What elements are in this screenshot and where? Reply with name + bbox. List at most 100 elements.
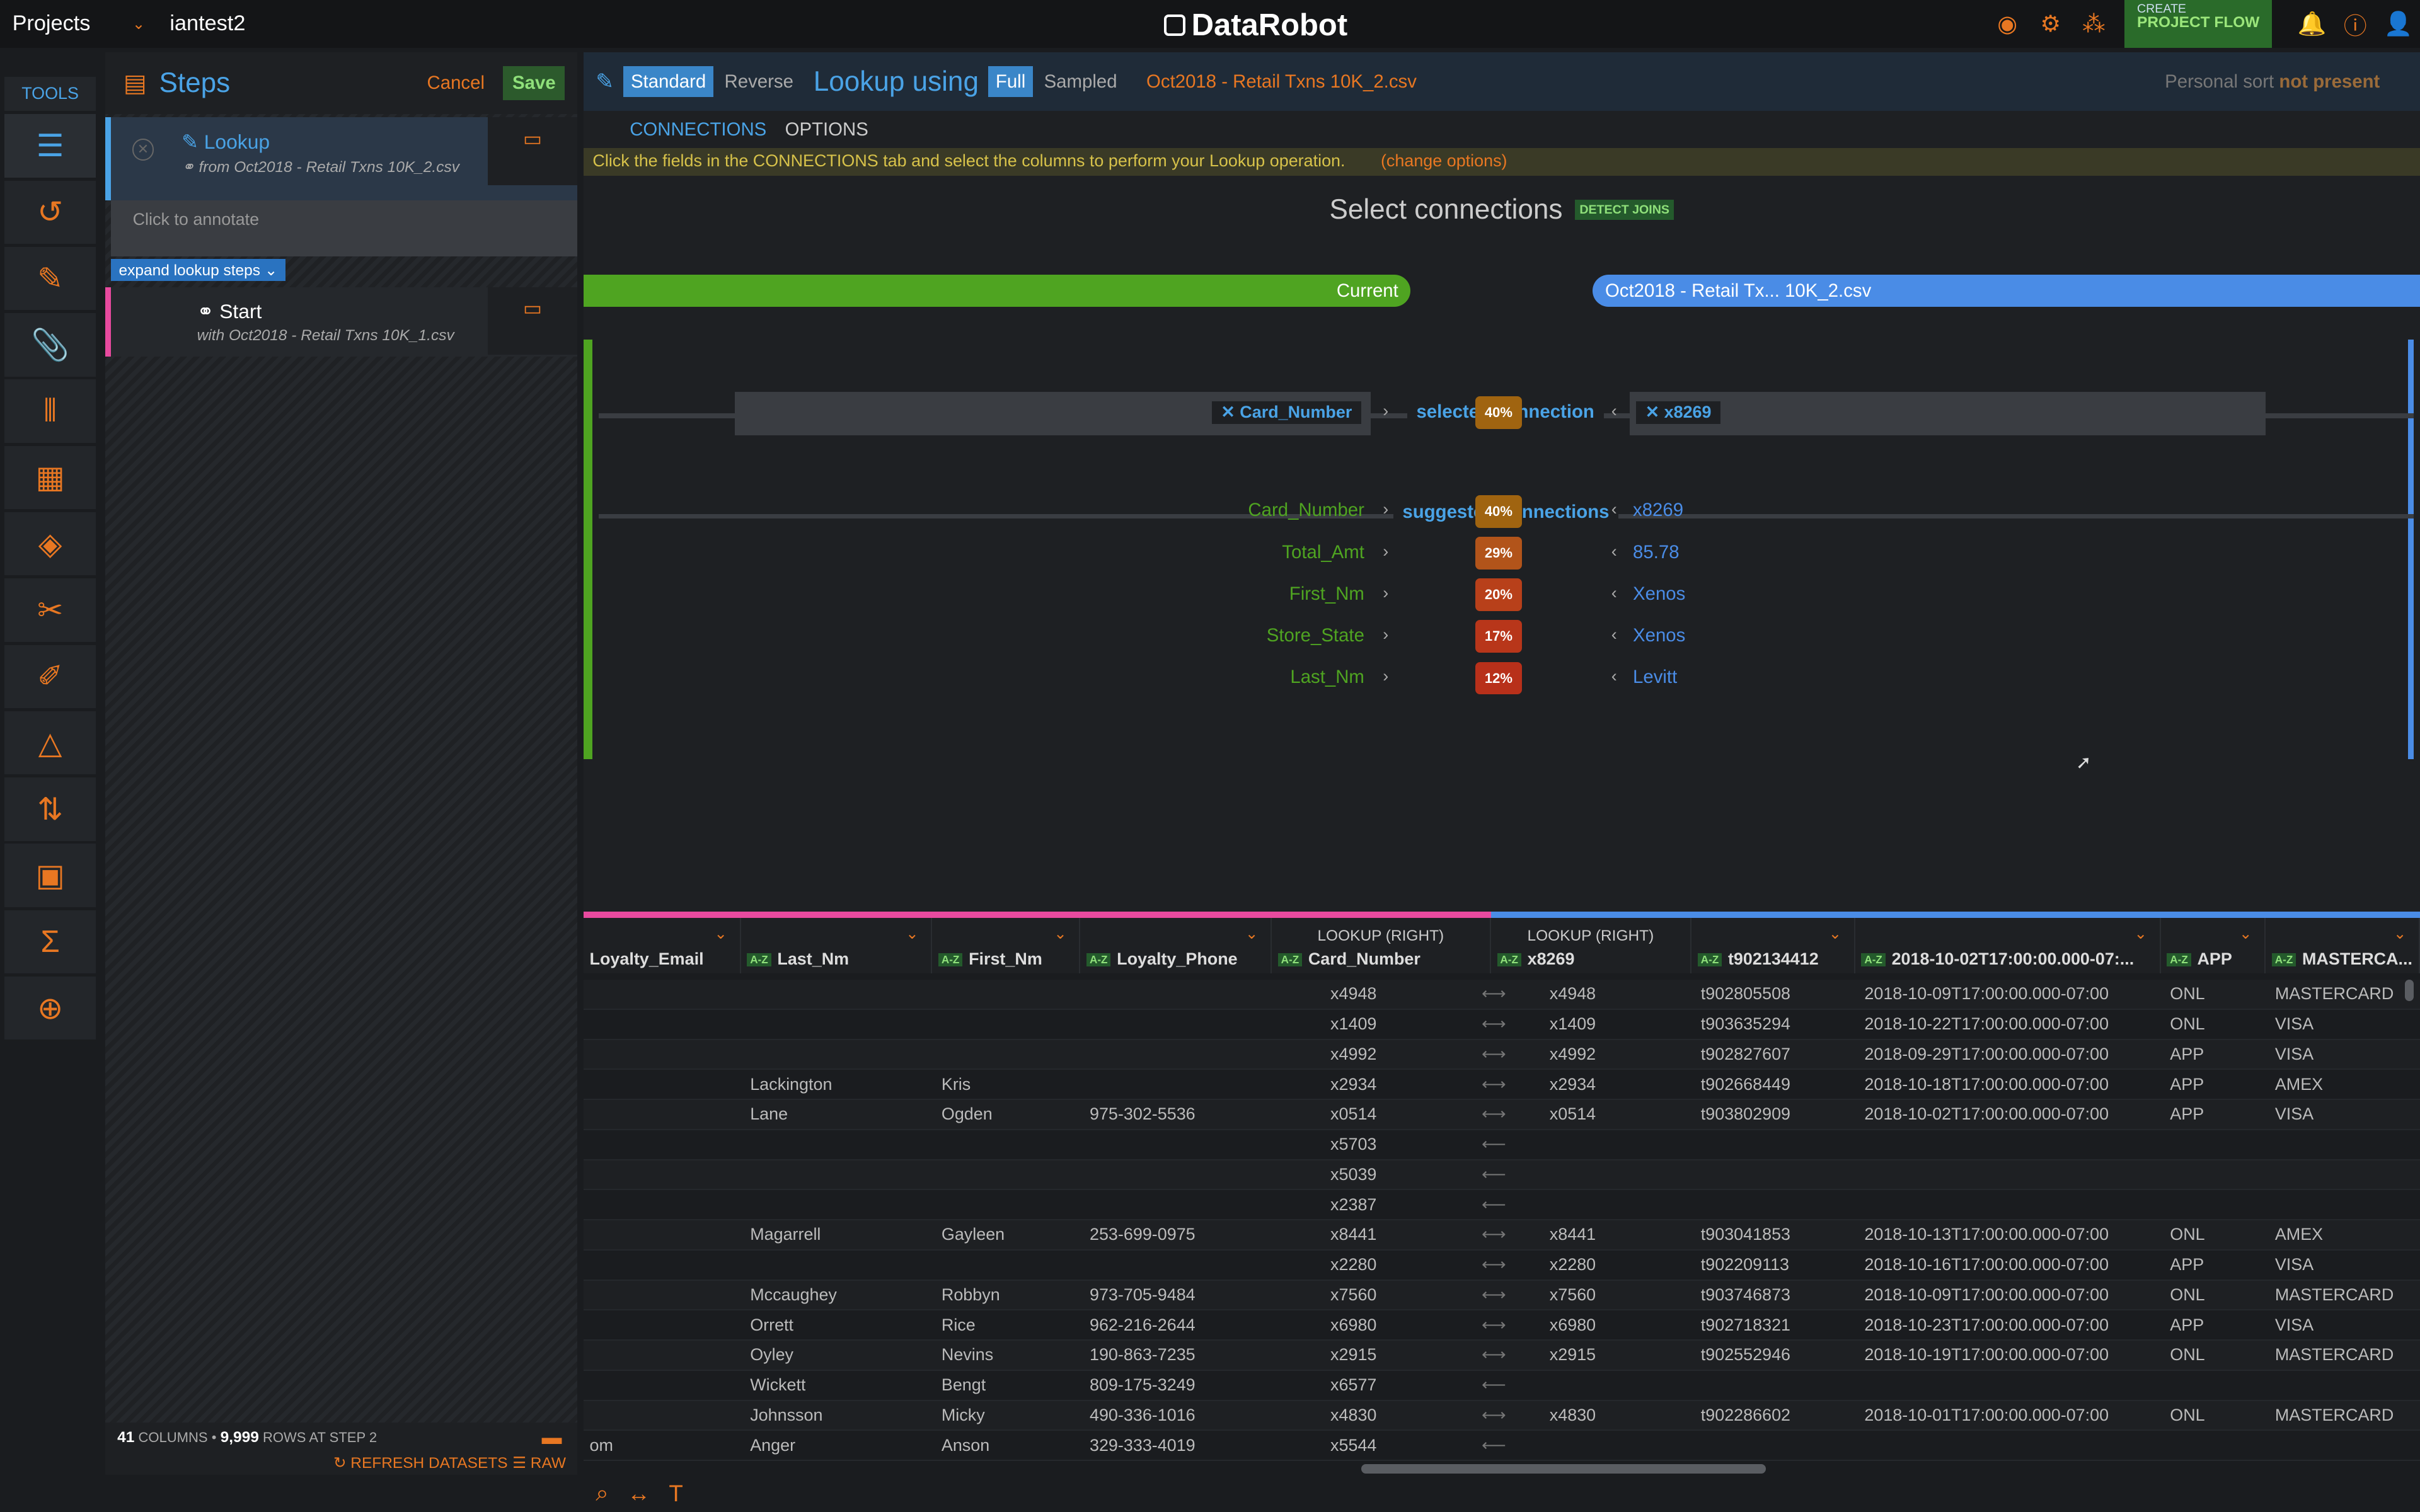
- paperclip-icon[interactable]: 📎: [4, 313, 96, 377]
- table-row[interactable]: x4992 x4992 t902827607 2018-09-29T17:00:00.…: [583, 1040, 2420, 1070]
- step-lookup[interactable]: ✕ ✎ Lookup ⚭ from Oct2018 - Retail Txns …: [105, 117, 577, 201]
- suggested-connection-row[interactable]: Card_Number › 40% ‹ x8269: [584, 492, 2414, 532]
- change-options-link[interactable]: (change options): [1381, 151, 1507, 170]
- chevron-down-icon[interactable]: ⌄: [2239, 924, 2252, 943]
- projects-dropdown[interactable]: Projects ⌄: [0, 11, 154, 36]
- chevron-down-icon[interactable]: ⌄: [1829, 924, 1842, 943]
- step-start[interactable]: ⚭ Start with Oct2018 - Retail Txns 10K_1…: [105, 287, 577, 357]
- edit-icon[interactable]: ✐: [4, 644, 96, 708]
- suggested-right-field[interactable]: Xenos: [1633, 625, 1685, 646]
- suggested-right-field[interactable]: 85.78: [1633, 542, 1680, 563]
- table-row[interactable]: x2280 x2280 t902209113 2018-10-16T17:00:00.…: [583, 1251, 2420, 1281]
- raw-button[interactable]: ☰ RAW: [512, 1453, 566, 1472]
- column-header[interactable]: ⌄ A-Z MASTERCA...: [2266, 918, 2420, 974]
- column-header[interactable]: LOOKUP (RIGHT) A-Z Card_Number: [1272, 918, 1491, 974]
- table-row[interactable]: om Anger Anson 329-333-4019 x5544 ⟵: [583, 1431, 2420, 1462]
- sort-icon[interactable]: ⇅: [4, 777, 96, 841]
- scissors-icon[interactable]: ✂: [4, 578, 96, 642]
- column-header[interactable]: ⌄ A-Z 2018-10-02T17:00:00.000-07:...: [1855, 918, 2161, 974]
- network-icon[interactable]: ⁂: [2077, 7, 2111, 41]
- selected-left-chip[interactable]: ✕ Card_Number: [1211, 401, 1362, 424]
- bell-icon[interactable]: 🔔: [2295, 7, 2329, 41]
- column-header[interactable]: ⌄ A-Z t902134412: [1691, 918, 1855, 974]
- tab-options[interactable]: OPTIONS: [785, 119, 868, 140]
- sql-icon[interactable]: Σ: [4, 910, 96, 974]
- suggested-left-field[interactable]: Card_Number: [1248, 500, 1364, 521]
- chevron-down-icon[interactable]: ⌄: [1054, 924, 1067, 943]
- resize-icon[interactable]: ↔: [627, 1480, 650, 1507]
- column-header[interactable]: ⌄ Loyalty_Email: [584, 918, 741, 974]
- table-row[interactable]: Lane Ogden 975-302-5536 x0514 x0514 t90380290…: [583, 1100, 2420, 1130]
- tab-connections[interactable]: CONNECTIONS: [630, 119, 766, 140]
- full-button[interactable]: Full: [988, 66, 1034, 98]
- selected-right-chip[interactable]: ✕ x8269: [1635, 401, 1721, 424]
- sampled-button[interactable]: Sampled: [1036, 66, 1124, 97]
- table-row[interactable]: x2387 ⟵: [583, 1190, 2420, 1221]
- table-row[interactable]: Magarrell Gayleen 253-699-0975 x8441 x8441 t9…: [583, 1220, 2420, 1251]
- datarobot-logo[interactable]: DataRobot: [1163, 8, 1347, 43]
- column-header[interactable]: ⌄ A-Z First_Nm: [932, 918, 1081, 974]
- project-name[interactable]: iantest2: [170, 11, 245, 36]
- left-connection-input[interactable]: ✕ Card_Number: [734, 392, 1371, 435]
- chevron-down-icon[interactable]: ⌄: [714, 924, 727, 943]
- save-button[interactable]: Save: [503, 66, 565, 101]
- remove-step-icon[interactable]: ✕: [132, 139, 154, 161]
- detect-joins-button[interactable]: DETECT JOINS: [1575, 199, 1674, 220]
- suggested-connection-row[interactable]: First_Nm › 20% ‹ Xenos: [584, 575, 2414, 616]
- column-header[interactable]: ⌄ A-Z APP: [2161, 918, 2266, 974]
- chevron-down-icon[interactable]: ⌄: [1245, 924, 1259, 943]
- calculator-icon[interactable]: ▦: [4, 445, 96, 510]
- table-row[interactable]: Orrett Rice 962-216-2644 x6980 x6980 t9027183…: [583, 1310, 2420, 1341]
- chevron-down-icon[interactable]: ⌄: [2134, 924, 2147, 943]
- expand-lookup-steps-button[interactable]: expand lookup steps ⌄: [111, 259, 285, 282]
- table-row[interactable]: Mccaughey Robbyn 973-705-9484 x7560 x7560 t90…: [583, 1280, 2420, 1311]
- suggested-left-field[interactable]: Store_State: [1267, 625, 1364, 646]
- right-connection-input[interactable]: ✕ x8269: [1630, 392, 2266, 435]
- table-row[interactable]: Lackington Kris x2934 x2934 t902668449 2018-1…: [583, 1070, 2420, 1101]
- columns-icon[interactable]: ⫴: [4, 379, 96, 443]
- table-row[interactable]: x1409 x1409 t903635294 2018-10-22T17:00:00.…: [583, 1010, 2420, 1040]
- suggested-left-field[interactable]: First_Nm: [1289, 583, 1364, 605]
- chevron-down-icon[interactable]: ⌄: [906, 924, 919, 943]
- git-icon[interactable]: ◈: [4, 512, 96, 576]
- vertical-scrollbar[interactable]: [2404, 980, 2414, 1002]
- table-row[interactable]: x5703 ⟵: [583, 1130, 2420, 1160]
- suggested-right-field[interactable]: Xenos: [1633, 583, 1685, 605]
- text-icon[interactable]: T: [669, 1480, 683, 1507]
- search-icon[interactable]: ⌕: [596, 1480, 609, 1507]
- suggested-right-field[interactable]: Levitt: [1633, 667, 1677, 688]
- comment-icon[interactable]: ▭: [487, 287, 577, 355]
- table-row[interactable]: Johnsson Micky 490-336-1016 x4830 x4830 t9022…: [583, 1400, 2420, 1431]
- standard-mode-button[interactable]: Standard: [623, 66, 714, 98]
- robot-icon[interactable]: ▣: [4, 844, 96, 907]
- lookup-file-name[interactable]: Oct2018 - Retail Txns 10K_2.csv: [1146, 71, 1417, 93]
- column-header[interactable]: ⌄ A-Z Last_Nm: [741, 918, 933, 974]
- chevron-down-icon[interactable]: ⌄: [2394, 924, 2407, 943]
- create-project-flow-button[interactable]: CREATE PROJECT FLOW: [2124, 0, 2272, 48]
- annotate-field[interactable]: Click to annotate: [111, 200, 577, 256]
- add-icon[interactable]: ⊕: [4, 976, 96, 1040]
- user-icon[interactable]: 👤: [2382, 7, 2416, 41]
- table-row[interactable]: x4948 x4948 t902805508 2018-10-09T17:00:00.…: [583, 980, 2420, 1010]
- pencil-icon[interactable]: ✎: [4, 246, 96, 311]
- table-row[interactable]: Wickett Bengt 809-175-3249 x6577 ⟵: [583, 1371, 2420, 1401]
- refresh-datasets-button[interactable]: ↻ REFRESH DATASETS: [333, 1453, 508, 1472]
- horizontal-scrollbar[interactable]: [1361, 1464, 1766, 1474]
- reverse-mode-button[interactable]: Reverse: [717, 66, 801, 97]
- chat-icon[interactable]: ▬: [542, 1426, 562, 1449]
- suggested-connection-row[interactable]: Total_Amt › 29% ‹ 85.78: [584, 534, 2414, 574]
- cancel-button[interactable]: Cancel: [427, 72, 485, 94]
- table-row[interactable]: Oyley Nevins 190-863-7235 x2915 x2915 t902552…: [583, 1341, 2420, 1371]
- shapes-icon[interactable]: △: [4, 711, 96, 775]
- info-icon[interactable]: ⓘ: [2338, 7, 2372, 41]
- eye-icon[interactable]: ◉: [1990, 7, 2024, 41]
- suggested-left-field[interactable]: Total_Amt: [1282, 542, 1364, 563]
- suggested-connection-row[interactable]: Store_State › 17% ‹ Xenos: [584, 617, 2414, 658]
- column-header[interactable]: ⌄ A-Z Loyalty_Phone: [1080, 918, 1272, 974]
- column-header[interactable]: LOOKUP (RIGHT) A-Z x8269: [1491, 918, 1692, 974]
- history-icon[interactable]: ↺: [4, 180, 96, 244]
- steps-tool-icon[interactable]: ☰: [4, 114, 96, 178]
- gear-icon[interactable]: ⚙: [2034, 7, 2068, 41]
- suggested-connection-row[interactable]: Last_Nm › 12% ‹ Levitt: [584, 659, 2414, 699]
- comment-icon[interactable]: ▭: [487, 117, 577, 185]
